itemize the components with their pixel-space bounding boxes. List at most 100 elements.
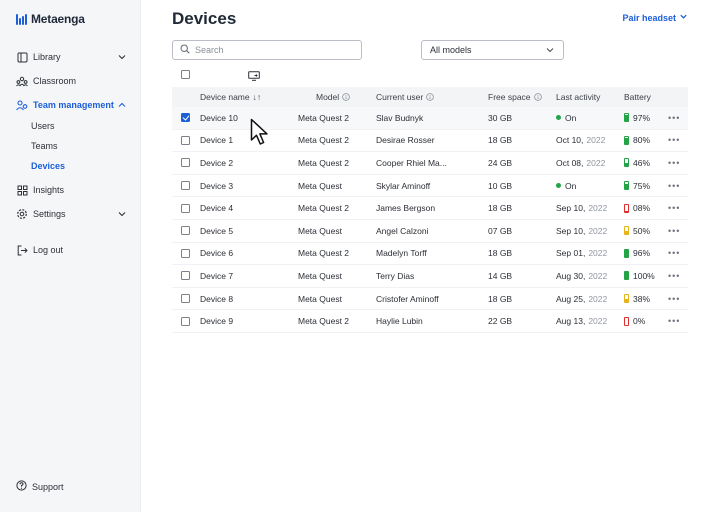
column-label: Model: [316, 92, 340, 102]
row-checkbox[interactable]: [181, 271, 190, 281]
table-row[interactable]: Device 6 Meta Quest 2 Madelyn Torff 18 GB Se…: [172, 243, 688, 266]
sidebar-item-team-management[interactable]: Team management: [16, 96, 127, 114]
battery-fill: [625, 183, 628, 190]
table-row[interactable]: Device 7 Meta Quest Terry Dias 14 GB Aug 30,…: [172, 265, 688, 288]
current-user: Cooper Rhiel Ma...: [376, 157, 447, 168]
battery-percent: 75%: [633, 180, 651, 191]
column-header-name[interactable]: Device name ↓↑: [200, 87, 261, 107]
logout-icon: [16, 244, 28, 256]
sidebar-item-settings[interactable]: Settings: [16, 205, 127, 223]
classroom-icon: [16, 75, 28, 87]
battery-cell: 97%: [624, 107, 650, 129]
row-checkbox[interactable]: [181, 113, 190, 123]
info-icon[interactable]: [426, 93, 435, 101]
table-row[interactable]: Device 9 Meta Quest 2 Haylie Lubin 22 GB Aug…: [172, 310, 688, 333]
more-options-icon[interactable]: •••: [668, 288, 680, 310]
page-title: Devices: [172, 9, 237, 28]
library-icon: [16, 51, 28, 63]
cast-screen-icon[interactable]: [248, 68, 260, 86]
device-name[interactable]: Device 4: [200, 197, 233, 219]
sidebar-item-library[interactable]: Library: [16, 48, 127, 66]
row-checkbox[interactable]: [181, 226, 190, 236]
battery-fill: [625, 138, 628, 144]
battery-cell: 80%: [624, 130, 650, 152]
row-checkbox-cell: [181, 197, 190, 219]
battery-fill: [625, 250, 628, 257]
current-user: Cristofer Aminoff: [376, 293, 439, 304]
select-all-checkbox[interactable]: [181, 70, 190, 79]
team-icon: [16, 99, 28, 111]
more-options-icon[interactable]: •••: [668, 197, 680, 219]
battery-cell: 96%: [624, 243, 650, 265]
sidebar-item-label: Classroom: [33, 76, 77, 86]
table-row[interactable]: Device 5 Meta Quest Angel Calzoni 07 GB Sep …: [172, 220, 688, 243]
insights-icon: [16, 184, 28, 196]
row-checkbox[interactable]: [181, 248, 190, 258]
more-options-icon[interactable]: •••: [668, 107, 680, 129]
table-row[interactable]: Device 2 Meta Quest 2 Cooper Rhiel Ma... 24…: [172, 152, 688, 175]
more-options-icon[interactable]: •••: [668, 175, 680, 197]
free-space: 22 GB: [488, 316, 513, 327]
device-name[interactable]: Device 6: [200, 243, 233, 265]
device-name[interactable]: Device 2: [200, 152, 233, 174]
sidebar-item-classroom[interactable]: Classroom: [16, 72, 127, 90]
row-checkbox[interactable]: [181, 316, 190, 326]
column-header-battery: Battery: [624, 87, 651, 107]
device-name[interactable]: Device 10: [200, 107, 238, 129]
battery-percent: 100%: [633, 270, 655, 281]
battery-fill: [625, 114, 628, 122]
row-checkbox[interactable]: [181, 158, 190, 168]
device-name[interactable]: Device 7: [200, 265, 233, 287]
last-activity-date: Aug 30,: [556, 270, 586, 281]
pair-headset-button[interactable]: Pair headset: [622, 12, 688, 23]
table-row[interactable]: Device 4 Meta Quest 2 James Bergson 18 GB Se…: [172, 197, 688, 220]
row-checkbox-cell: [181, 130, 190, 152]
device-name[interactable]: Device 3: [200, 175, 233, 197]
sidebar-subitem-devices[interactable]: Devices: [31, 158, 65, 174]
sidebar-item-label: Team management: [33, 100, 114, 110]
info-icon[interactable]: [533, 93, 542, 101]
row-checkbox[interactable]: [181, 135, 190, 145]
row-checkbox[interactable]: [181, 181, 190, 191]
model-filter-select[interactable]: All models: [421, 40, 564, 60]
support-link[interactable]: Support: [16, 480, 64, 493]
battery-icon: [624, 157, 629, 168]
sidebar-item-logout[interactable]: Log out: [16, 241, 127, 259]
table-row[interactable]: Device 3 Meta Quest Skylar Aminoff 10 GB On 7…: [172, 175, 688, 198]
more-options-icon[interactable]: •••: [668, 152, 680, 174]
column-header-last-activity: Last activity: [556, 87, 600, 107]
last-activity-cell: Oct 10, 2022: [556, 130, 605, 152]
row-checkbox-cell: [181, 310, 190, 332]
more-options-icon[interactable]: •••: [668, 130, 680, 152]
battery-icon: [624, 112, 629, 123]
more-options-icon[interactable]: •••: [668, 265, 680, 287]
more-options-icon[interactable]: •••: [668, 243, 680, 265]
logo-icon: [16, 13, 27, 25]
search-input[interactable]: [195, 45, 355, 55]
battery-fill: [625, 211, 628, 212]
last-activity-year: 2022: [588, 316, 608, 327]
info-icon[interactable]: [342, 93, 350, 101]
device-model: Meta Quest 2: [298, 248, 350, 259]
device-name[interactable]: Device 1: [200, 130, 233, 152]
device-name[interactable]: Device 9: [200, 310, 233, 332]
last-activity-date: Oct 08,: [556, 157, 584, 168]
search-icon: [180, 41, 190, 59]
battery-cell: 75%: [624, 175, 650, 197]
battery-percent: 50%: [633, 225, 651, 236]
battery-percent: 46%: [633, 157, 651, 168]
sidebar: Metaenga Library Classroom Team manageme…: [0, 0, 141, 512]
row-checkbox[interactable]: [181, 203, 190, 213]
table-row[interactable]: Device 8 Meta Quest Cristofer Aminoff 18 GB…: [172, 288, 688, 311]
sidebar-subitem-users[interactable]: Users: [31, 118, 55, 134]
device-name[interactable]: Device 8: [200, 288, 233, 310]
more-options-icon[interactable]: •••: [668, 310, 680, 332]
more-options-icon[interactable]: •••: [668, 220, 680, 242]
device-name[interactable]: Device 5: [200, 220, 233, 242]
sidebar-subitem-teams[interactable]: Teams: [31, 138, 58, 154]
sort-icon[interactable]: ↓↑: [253, 92, 262, 102]
chevron-down-icon: [545, 45, 555, 55]
row-checkbox[interactable]: [181, 294, 190, 304]
logo[interactable]: Metaenga: [16, 12, 85, 26]
sidebar-item-insights[interactable]: Insights: [16, 181, 127, 199]
